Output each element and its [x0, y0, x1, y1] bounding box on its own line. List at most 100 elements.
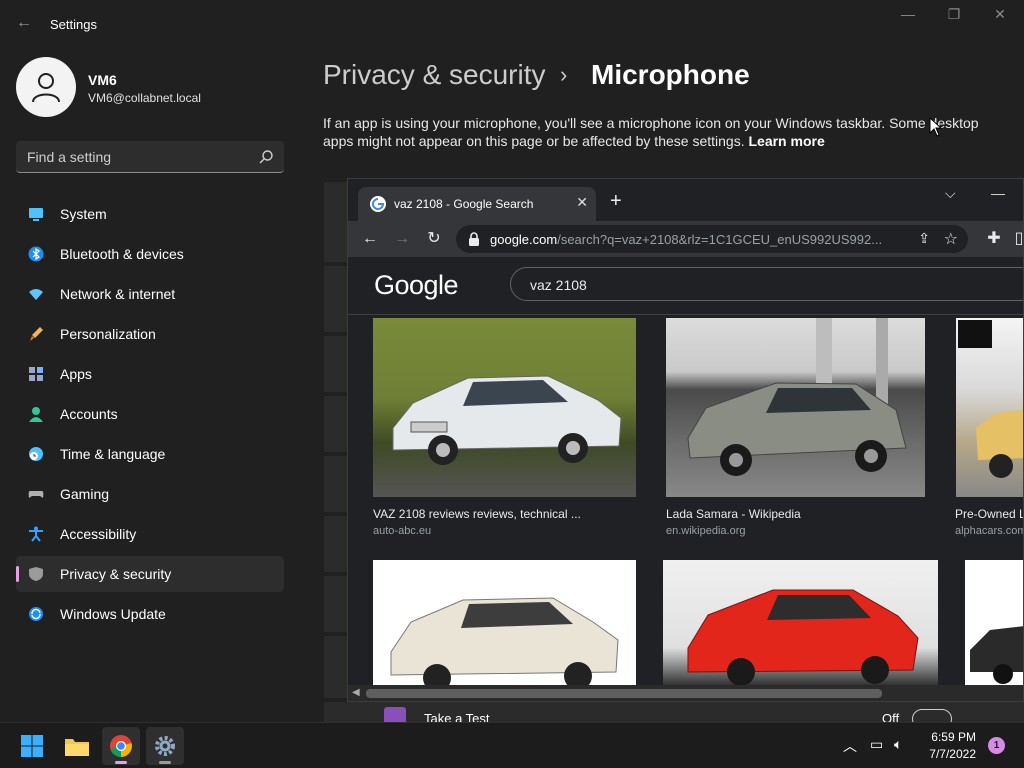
network-icon[interactable]: ▭: [870, 736, 883, 753]
monitor-icon: [29, 208, 43, 221]
notification-badge[interactable]: 1: [988, 737, 1005, 754]
sidebar-item-accounts[interactable]: Accounts: [16, 396, 284, 432]
share-icon[interactable]: ⇪: [918, 230, 930, 247]
google-logo[interactable]: Google: [374, 270, 459, 301]
page-description: If an app is using your microphone, you'…: [323, 114, 993, 150]
breadcrumb-chevron-icon: ›: [560, 62, 568, 87]
apps-icon: [29, 367, 43, 381]
app-icon: [384, 707, 406, 722]
gamepad-icon: [28, 491, 44, 498]
result-source[interactable]: auto-abc.eu: [373, 525, 431, 537]
google-header: Google vaz 2108: [348, 257, 1023, 315]
new-tab-icon[interactable]: +: [610, 191, 622, 211]
clock-globe-icon: [29, 447, 43, 461]
result-image[interactable]: [373, 560, 636, 685]
sidebar-item-bluetooth-devices[interactable]: Bluetooth & devices: [16, 236, 284, 272]
chrome-minimize-button[interactable]: —: [991, 185, 1005, 201]
app-name: Take a Test: [424, 711, 490, 722]
google-search-box[interactable]: vaz 2108: [510, 267, 1023, 301]
browser-toolbar: ← → ↻ google.com/search?q=vaz+2108&rlz=1…: [348, 221, 1023, 257]
sidebar-item-network-internet[interactable]: Network & internet: [16, 276, 284, 312]
sidebar-item-gaming[interactable]: Gaming: [16, 476, 284, 512]
shield-icon: [29, 567, 43, 581]
avatar[interactable]: [16, 57, 76, 117]
file-explorer-button[interactable]: [58, 727, 96, 765]
user-name: VM6: [88, 72, 117, 88]
back-icon[interactable]: ←: [360, 229, 380, 249]
update-icon: [29, 607, 43, 621]
horizontal-scrollbar[interactable]: ◀: [348, 685, 1023, 701]
sidebar-item-label: Gaming: [60, 486, 110, 502]
start-button[interactable]: [13, 727, 51, 765]
result-image[interactable]: [373, 318, 636, 497]
address-bar[interactable]: google.com/search?q=vaz+2108&rlz=1C1GCEU…: [456, 225, 968, 253]
result-title[interactable]: Pre-Owned L: [955, 507, 1023, 521]
tab-search-chevron-icon[interactable]: ⌵: [945, 185, 956, 202]
sidebar-item-label: System: [60, 206, 107, 222]
sidebar-item-privacy-security[interactable]: Privacy & security: [16, 556, 284, 592]
windows-logo-icon: [21, 735, 43, 757]
sidebar-item-label: Accessibility: [60, 526, 137, 542]
taskbar: ︿ ▭ 🔈︎ 6:59 PM 7/7/2022 1: [0, 722, 1024, 768]
reload-icon[interactable]: ↻: [424, 229, 444, 249]
active-indicator: [16, 566, 19, 582]
sidebar-item-accessibility[interactable]: Accessibility: [16, 516, 284, 552]
settings-taskbar-button[interactable]: [146, 727, 184, 765]
chrome-icon: [110, 735, 132, 757]
result-source[interactable]: alphacars.com: [955, 525, 1023, 537]
sidebar-item-apps[interactable]: Apps: [16, 356, 284, 392]
minimize-button[interactable]: —: [898, 6, 918, 22]
result-title[interactable]: Lada Samara - Wikipedia: [666, 507, 801, 521]
side-panel-icon[interactable]: ▯: [1014, 229, 1023, 249]
chrome-window: vaz 2108 - Google Search ✕ + ⌵ — ← → ↻ g…: [347, 178, 1024, 702]
learn-more-link[interactable]: Learn more: [748, 133, 824, 149]
result-image[interactable]: [666, 318, 925, 497]
result-image[interactable]: [956, 318, 1023, 497]
lock-icon[interactable]: [468, 232, 480, 246]
sidebar-item-label: Personalization: [60, 326, 156, 342]
chrome-taskbar-button[interactable]: [102, 727, 140, 765]
result-image[interactable]: [663, 560, 938, 685]
app-permission-row[interactable]: Take a Test Off: [324, 702, 1024, 722]
running-app-indicator: [159, 761, 171, 764]
sidebar-item-system[interactable]: System: [16, 196, 284, 232]
result-title[interactable]: VAZ 2108 reviews reviews, technical ...: [373, 507, 581, 521]
browser-tab[interactable]: vaz 2108 - Google Search ✕: [358, 187, 596, 221]
bluetooth-icon: [28, 246, 44, 262]
url-path: /search?q=vaz+2108&rlz=1C1GCEU_enUS992US…: [557, 232, 883, 247]
sidebar-item-time-language[interactable]: Time & language: [16, 436, 284, 472]
brush-icon: [30, 327, 43, 341]
clock-date[interactable]: 7/7/2022: [924, 747, 976, 761]
result-source[interactable]: en.wikipedia.org: [666, 525, 746, 537]
settings-search-box[interactable]: Find a setting: [16, 141, 284, 173]
sidebar-item-label: Accounts: [60, 406, 118, 422]
wifi-icon: [29, 289, 43, 300]
result-image[interactable]: [965, 560, 1023, 685]
sidebar-item-personalization[interactable]: Personalization: [16, 316, 284, 352]
extensions-icon[interactable]: ✚: [984, 229, 1004, 249]
sidebar-item-label: Apps: [60, 366, 92, 382]
volume-icon[interactable]: 🔈︎: [894, 736, 902, 753]
scrollbar-thumb[interactable]: [366, 689, 882, 698]
google-favicon-icon: [370, 196, 386, 212]
active-app-indicator: [115, 761, 127, 764]
scroll-left-icon[interactable]: ◀: [352, 687, 360, 698]
person-icon: [29, 407, 43, 422]
bookmark-star-icon[interactable]: ☆: [944, 229, 958, 249]
clock-time[interactable]: 6:59 PM: [930, 730, 976, 744]
description-text: If an app is using your microphone, you'…: [323, 115, 979, 149]
restore-button[interactable]: ❐: [944, 6, 964, 23]
search-query: vaz 2108: [530, 277, 587, 293]
close-button[interactable]: ✕: [990, 6, 1010, 23]
breadcrumb-parent[interactable]: Privacy & security: [323, 59, 546, 91]
back-arrow-icon[interactable]: ←: [16, 14, 32, 32]
sidebar-item-windows-update[interactable]: Windows Update: [16, 596, 284, 632]
page-title: Microphone: [591, 59, 750, 90]
forward-icon[interactable]: →: [392, 229, 412, 249]
search-icon[interactable]: [258, 149, 274, 165]
microphone-toggle[interactable]: [912, 709, 952, 722]
user-email: VM6@collabnet.local: [88, 91, 201, 105]
tab-close-icon[interactable]: ✕: [576, 194, 588, 211]
show-hidden-icons-chevron-icon[interactable]: ︿: [843, 736, 857, 756]
url-text: google.com/search?q=vaz+2108&rlz=1C1GCEU…: [490, 232, 882, 247]
